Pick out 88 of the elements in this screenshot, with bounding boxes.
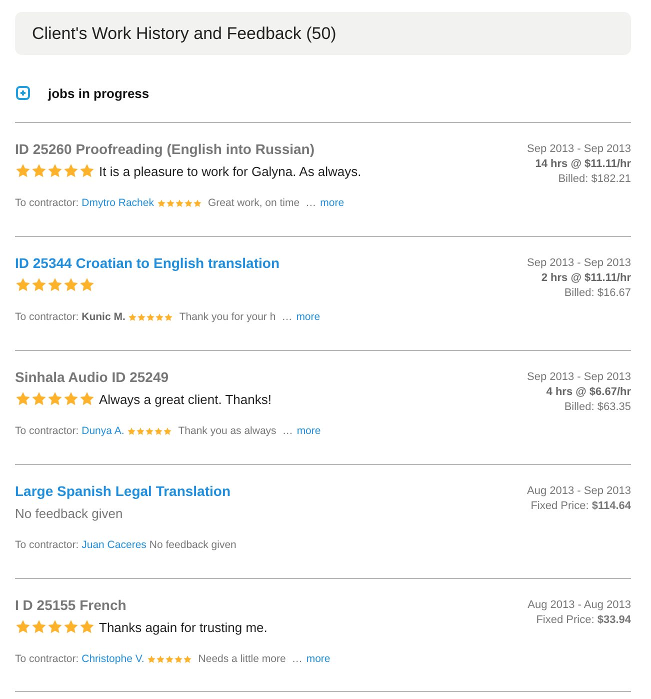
star-icon <box>47 277 63 293</box>
contractor-feedback-text: Thank you for your h <box>179 311 276 323</box>
star-icon <box>15 277 31 293</box>
job-payment-text: 2 hrs @ $11.11/hr <box>540 271 631 286</box>
star-icon <box>31 619 47 635</box>
feedback-text: It is a pleasure to work for Galyna. As always. <box>99 164 362 178</box>
job-payment-text: Billed: $63.35 <box>563 400 631 415</box>
job-payment-text: Fixed Price: $114.64 <box>530 499 631 514</box>
job-dates: Sep 2013 - Sep 2013 <box>527 370 631 385</box>
more-link[interactable]: more <box>320 197 344 209</box>
contractor-label: To contractor: <box>15 539 79 551</box>
contractor-link[interactable]: Juan Caceres <box>82 539 146 551</box>
star-icon <box>47 391 63 407</box>
job-title[interactable]: Large Spanish Legal Translation <box>15 483 236 499</box>
star-icon <box>15 163 31 179</box>
star-icon <box>127 426 136 436</box>
star-icon <box>63 277 79 293</box>
star-icon <box>192 198 202 208</box>
feedback-text: No feedback given <box>15 506 123 520</box>
section-title: Client's Work History and Feedback (50) <box>32 24 336 44</box>
job-payment-text: 14 hrs @ $11.11/hr <box>534 157 631 172</box>
job-dates: Aug 2013 - Aug 2013 <box>528 598 631 613</box>
contractor-feedback-text: No feedback given <box>149 539 236 551</box>
contractor-label: To contractor: <box>15 197 79 209</box>
star-icon <box>165 654 174 664</box>
star-icon <box>47 619 63 635</box>
expand-icon[interactable] <box>16 86 30 100</box>
contractor-name: Kunic M. <box>82 311 126 323</box>
star-icon <box>155 312 164 322</box>
contractor-label: To contractor: <box>15 653 79 665</box>
job-title: I D 25155 French <box>15 597 128 613</box>
star-icon <box>63 619 79 635</box>
star-icon <box>79 277 95 293</box>
star-icon <box>145 426 154 436</box>
contractor-label: To contractor: <box>15 425 79 437</box>
more-link[interactable]: more <box>296 425 321 437</box>
star-icon <box>137 312 146 322</box>
job-payment-text: Billed: $16.67 <box>563 286 631 301</box>
feedback-text: Always a great client. Thanks! <box>99 392 272 406</box>
star-icon <box>174 198 184 208</box>
job-title: Sinhala Audio ID 25249 <box>15 369 170 385</box>
contractor-link[interactable]: Dmytro Rachek <box>82 197 154 209</box>
star-icon <box>184 198 193 208</box>
star-icon <box>166 198 175 208</box>
star-icon <box>147 654 156 664</box>
contractor-link[interactable]: Christophe V. <box>82 653 144 665</box>
star-icon <box>146 312 156 322</box>
star-icon <box>47 163 63 179</box>
star-icon <box>15 619 31 635</box>
star-icon <box>128 312 138 322</box>
star-icon <box>79 391 95 407</box>
more-link[interactable]: more <box>306 653 330 665</box>
star-icon <box>15 391 31 407</box>
star-icon <box>31 391 47 407</box>
job-dates: Aug 2013 - Sep 2013 <box>527 484 631 499</box>
more-link[interactable]: more <box>296 311 320 323</box>
job-payment-text: 4 hrs @ $6.67/hr <box>545 385 631 400</box>
star-icon <box>174 654 184 664</box>
star-icon <box>164 312 174 322</box>
job-dates: Sep 2013 - Sep 2013 <box>527 142 631 157</box>
ellipsis-text: … <box>282 311 292 323</box>
jobs-in-progress-label[interactable]: jobs in progress <box>48 86 150 100</box>
star-icon <box>31 277 47 293</box>
contractor-link[interactable]: Dunya A. <box>82 425 124 437</box>
ellipsis-text: … <box>306 197 316 209</box>
star-icon <box>31 163 47 179</box>
ellipsis-text: … <box>282 425 293 437</box>
star-icon <box>136 426 146 436</box>
job-title[interactable]: ID 25344 Croatian to English translation <box>15 255 320 271</box>
feedback-text: Thanks again for trusting me. <box>99 620 268 634</box>
ellipsis-text: … <box>292 653 302 665</box>
star-icon <box>156 654 166 664</box>
star-icon <box>63 163 79 179</box>
job-title: ID 25260 Proofreading (English into Russian) <box>15 141 316 157</box>
contractor-label: To contractor: <box>15 311 79 323</box>
star-icon <box>154 426 164 436</box>
job-dates: Sep 2013 - Sep 2013 <box>527 256 631 271</box>
job-payment-text: Fixed Price: $33.94 <box>535 613 631 628</box>
star-icon <box>183 654 192 664</box>
contractor-feedback-text: Thank you as always <box>178 425 276 437</box>
star-icon <box>79 619 95 635</box>
star-icon <box>163 426 172 436</box>
contractor-feedback-text: Great work, on time <box>208 197 300 209</box>
contractor-feedback-text: Needs a little more <box>198 653 286 665</box>
star-icon <box>156 198 166 208</box>
star-icon <box>79 163 95 179</box>
star-icon <box>63 391 79 407</box>
job-payment-text: Billed: $182.21 <box>557 172 631 187</box>
